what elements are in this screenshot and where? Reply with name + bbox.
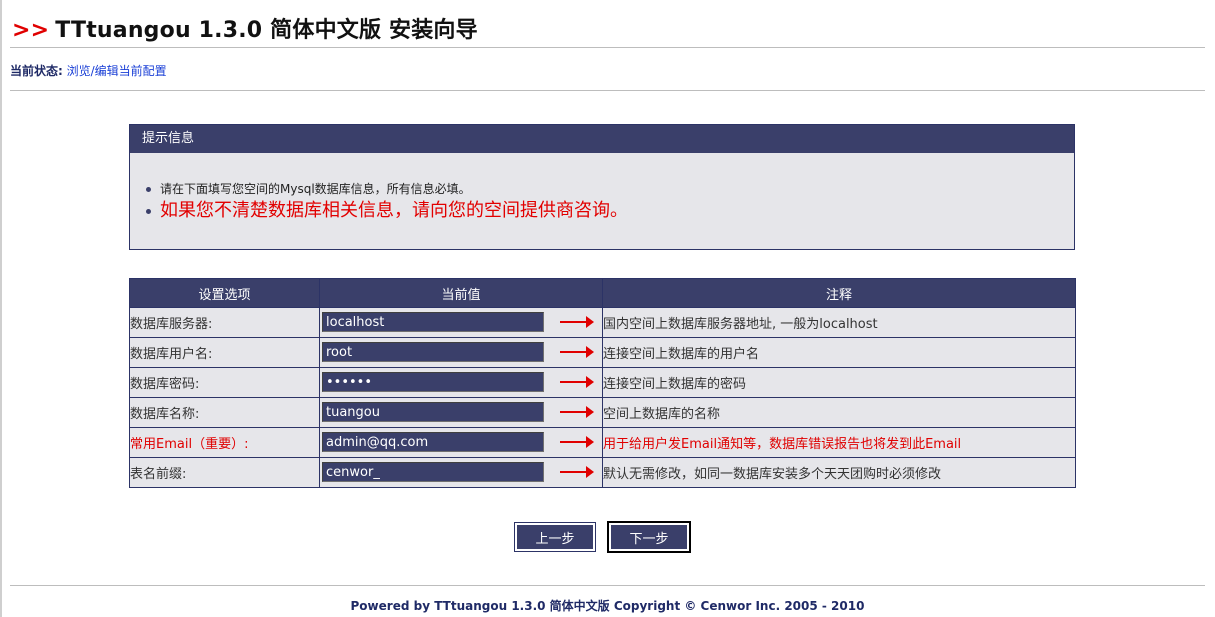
info-heading: 提示信息 xyxy=(130,125,1074,153)
info-list: 请在下面填写您空间的Mysql数据库信息，所有信息必填。 如果您不清楚数据库相关… xyxy=(130,181,1074,223)
info-item-ask-provider: 如果您不清楚数据库相关信息，请向您的空间提供商咨询。 xyxy=(146,199,1074,223)
divider-footer xyxy=(10,585,1205,586)
note-admin-email: 用于给用户发Email通知等，数据库错误报告也将发到此Email xyxy=(602,427,1076,458)
value-cell xyxy=(319,307,603,338)
db-host-input[interactable] xyxy=(322,312,544,332)
status-line: 当前状态: 浏览/编辑当前配置 xyxy=(10,62,167,79)
value-cell xyxy=(319,457,603,488)
config-table: 设置选项 当前值 注释 数据库服务器: 国内空间上数据库服务器地址, 一般为lo… xyxy=(129,278,1076,488)
note-db-name: 空间上数据库的名称 xyxy=(602,397,1076,428)
info-item-fill-all: 请在下面填写您空间的Mysql数据库信息，所有信息必填。 xyxy=(146,181,1074,197)
header-option: 设置选项 xyxy=(129,278,320,308)
table-row: 表名前缀: 默认无需修改，如同一数据库安装多个天天团购时必须修改 xyxy=(129,457,1076,488)
status-value: 浏览/编辑当前配置 xyxy=(66,64,167,78)
value-cell xyxy=(319,367,603,398)
table-row: 常用Email（重要）: 用于给用户发Email通知等，数据库错误报告也将发到此… xyxy=(129,427,1076,458)
db-user-input[interactable] xyxy=(322,342,544,362)
db-name-input[interactable] xyxy=(322,402,544,422)
arrow-right-icon xyxy=(560,346,594,358)
db-password-input[interactable] xyxy=(322,372,544,392)
page-title: >> TTtuangou 1.3.0 简体中文版 安装向导 xyxy=(12,12,478,44)
table-row: 数据库用户名: 连接空间上数据库的用户名 xyxy=(129,337,1076,368)
table-prefix-input[interactable] xyxy=(322,462,544,482)
label-db-user: 数据库用户名: xyxy=(129,337,320,368)
label-db-host: 数据库服务器: xyxy=(129,307,320,338)
note-db-user: 连接空间上数据库的用户名 xyxy=(602,337,1076,368)
note-db-host: 国内空间上数据库服务器地址, 一般为localhost xyxy=(602,307,1076,338)
divider-status xyxy=(10,90,1205,91)
value-cell xyxy=(319,427,603,458)
admin-email-input[interactable] xyxy=(322,432,544,452)
note-db-password: 连接空间上数据库的密码 xyxy=(602,367,1076,398)
info-panel: 提示信息 请在下面填写您空间的Mysql数据库信息，所有信息必填。 如果您不清楚… xyxy=(129,124,1075,250)
note-table-prefix: 默认无需修改，如同一数据库安装多个天天团购时必须修改 xyxy=(602,457,1076,488)
table-row: 数据库密码: 连接空间上数据库的密码 xyxy=(129,367,1076,398)
arrow-right-icon xyxy=(560,406,594,418)
config-table-header: 设置选项 当前值 注释 xyxy=(129,278,1076,308)
header-note: 注释 xyxy=(602,278,1076,308)
table-row: 数据库服务器: 国内空间上数据库服务器地址, 一般为localhost xyxy=(129,307,1076,338)
arrow-right-icon xyxy=(560,466,594,478)
label-admin-email: 常用Email（重要）: xyxy=(129,427,320,458)
footer-copyright: Powered by TTtuangou 1.3.0 简体中文版 Copyrig… xyxy=(350,599,865,613)
prev-step-button[interactable]: 上一步 xyxy=(515,523,595,551)
table-row: 数据库名称: 空间上数据库的名称 xyxy=(129,397,1076,428)
arrow-right-icon xyxy=(560,436,594,448)
left-border xyxy=(0,0,2,617)
value-cell xyxy=(319,397,603,428)
title-arrows: >> xyxy=(12,18,50,43)
label-table-prefix: 表名前缀: xyxy=(129,457,320,488)
title-text: TTtuangou 1.3.0 简体中文版 安装向导 xyxy=(55,18,478,43)
arrow-right-icon xyxy=(560,316,594,328)
status-label: 当前状态: xyxy=(10,64,63,78)
next-step-button[interactable]: 下一步 xyxy=(609,523,689,551)
label-db-name: 数据库名称: xyxy=(129,397,320,428)
header-value: 当前值 xyxy=(319,278,603,308)
label-db-password: 数据库密码: xyxy=(129,367,320,398)
value-cell xyxy=(319,337,603,368)
divider-top xyxy=(10,47,1205,48)
arrow-right-icon xyxy=(560,376,594,388)
